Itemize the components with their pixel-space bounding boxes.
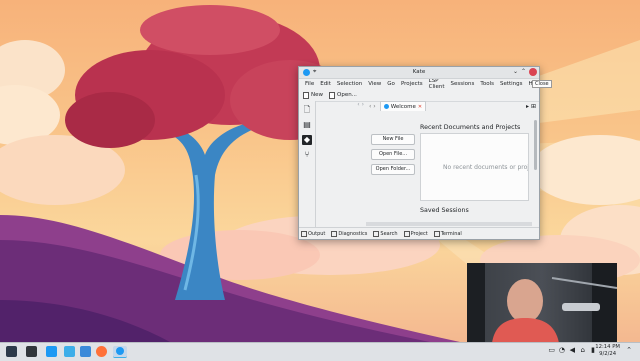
menu-lsp-client[interactable]: LSP Client [426, 78, 448, 90]
vertical-scrollbar[interactable] [534, 112, 538, 222]
clipboard-icon[interactable]: ▭ [548, 346, 555, 354]
filesystem-icon[interactable]: ▤ [302, 120, 312, 130]
open-button[interactable]: Open... [329, 91, 357, 99]
terminal-icon[interactable] [26, 346, 37, 357]
bottom-toolview-bar: Output Diagnostics Search Project Termin… [299, 227, 539, 239]
terminal-button[interactable]: Terminal [433, 230, 462, 237]
close-button[interactable] [529, 68, 537, 76]
network-icon[interactable]: ⌂ [581, 346, 585, 354]
dolphin-files-icon[interactable] [46, 346, 57, 357]
tab-menu-icon[interactable]: ▸ ⊞ [526, 103, 539, 110]
menu-selection[interactable]: Selection [334, 81, 365, 87]
presenter-video [467, 263, 617, 343]
left-sidebar: 🗋 ▤ ◆ ⑂ [299, 101, 316, 228]
discover-icon[interactable] [80, 346, 91, 357]
notifications-icon[interactable]: ◔ [559, 346, 565, 354]
git-icon[interactable]: ◆ [302, 135, 312, 145]
menu-go[interactable]: Go [384, 81, 398, 87]
open-document-icon [329, 91, 335, 99]
kde-launcher-icon[interactable] [6, 346, 17, 357]
tab-bar: ‹ › Welcome ✕ ▸ ⊞ [367, 101, 539, 111]
new-file-button[interactable]: New File [371, 134, 415, 145]
menu-sessions[interactable]: Sessions [448, 81, 478, 87]
welcome-actions: New File Open File... Open Folder... [371, 134, 415, 179]
project-button[interactable]: Project [403, 230, 428, 237]
minimize-button[interactable]: ⌄ [513, 68, 518, 75]
nav-arrows: ‹ › [357, 101, 364, 108]
recent-title: Recent Documents and Projects [420, 124, 521, 131]
tab-welcome[interactable]: Welcome ✕ [379, 101, 427, 111]
menu-edit[interactable]: Edit [317, 81, 334, 87]
menu-file[interactable]: File [302, 81, 317, 87]
open-folder-button[interactable]: Open Folder... [371, 164, 415, 175]
search-button[interactable]: Search [373, 230, 398, 237]
close-tab-icon[interactable]: ✕ [418, 104, 422, 110]
kate-window[interactable]: ⌖ Kate ⌄ ⌃ File Edit Selection View Go P… [298, 66, 541, 240]
open-file-button[interactable]: Open File... [371, 149, 415, 160]
documents-icon[interactable]: 🗋 [302, 105, 312, 115]
terminal-icon [433, 230, 440, 237]
close-tooltip: Close [532, 80, 552, 88]
output-button[interactable]: Output [301, 230, 325, 237]
firefox-icon[interactable] [96, 346, 107, 357]
window-title: Kate [412, 69, 426, 75]
new-button[interactable]: New [303, 91, 323, 99]
project-icon [403, 230, 410, 237]
new-button-label: New [311, 92, 323, 98]
welcome-view: New File Open File... Open Folder... Rec… [316, 112, 532, 226]
clock-date: 9/2/24 [599, 351, 617, 357]
menu-settings[interactable]: Settings [497, 81, 526, 87]
kate-icon [116, 347, 124, 355]
menu-view[interactable]: View [365, 81, 384, 87]
saved-sessions-title: Saved Sessions [420, 207, 469, 214]
chevron-up-icon[interactable]: ⌃ [626, 346, 632, 354]
diagnostics-button[interactable]: Diagnostics [331, 230, 367, 237]
maximize-button[interactable]: ⌃ [521, 68, 526, 75]
webcam-overlay [467, 263, 617, 343]
taskbar: ▭ ◔ ◀ ⌂ ▮ 12:14 PM 9/2/24 ⌃ [0, 342, 640, 361]
clock[interactable]: 12:14 PM 9/2/24 [595, 344, 620, 358]
menubar: File Edit Selection View Go Projects LSP… [299, 78, 541, 90]
tab-nav-arrows[interactable]: ‹ › [367, 103, 378, 110]
kate-taskbar-button[interactable] [113, 346, 127, 358]
volume-icon[interactable]: ◀ [570, 346, 575, 354]
search-icon [373, 230, 380, 237]
recent-empty-text: No recent documents or projects [443, 164, 528, 171]
clock-time: 12:14 PM [595, 344, 620, 350]
output-icon [301, 230, 307, 237]
recent-list[interactable]: No recent documents or projects [420, 133, 529, 201]
horizontal-scrollbar[interactable] [366, 222, 532, 226]
projects-icon[interactable]: ⑂ [302, 150, 312, 160]
kate-tab-icon [383, 104, 389, 109]
file-manager-icon[interactable] [64, 346, 75, 357]
window-titlebar[interactable]: ⌖ Kate ⌄ ⌃ [299, 67, 539, 79]
open-button-label: Open... [337, 92, 357, 98]
new-document-icon [303, 91, 309, 99]
menu-projects[interactable]: Projects [398, 81, 426, 87]
menu-tools[interactable]: Tools [477, 81, 497, 87]
tab-label: Welcome [390, 103, 416, 110]
diagnostics-icon [331, 230, 338, 237]
